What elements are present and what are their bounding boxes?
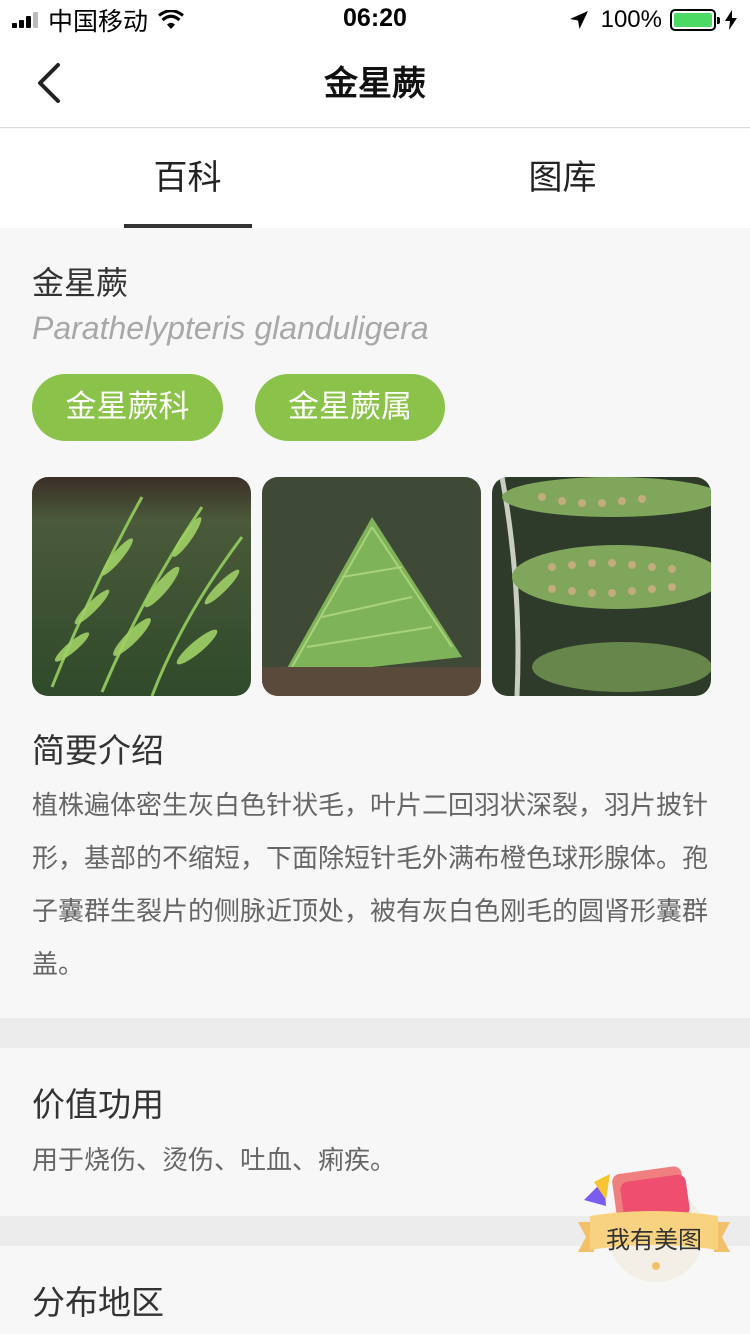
genus-tag[interactable]: 金星蕨属 [255, 374, 445, 441]
overview-section: 金星蕨 Parathelypteris glanduligera 金星蕨科 金星… [0, 228, 750, 1018]
battery-percent: 100% [600, 6, 662, 33]
plant-photo-1[interactable] [32, 477, 251, 696]
fern-underside-photo-image [492, 477, 711, 696]
page-title: 金星蕨 [324, 64, 426, 104]
tab-gallery[interactable]: 图库 [375, 129, 750, 228]
charging-bolt-icon [725, 10, 737, 30]
section-divider [0, 1018, 750, 1048]
intro-text: 植株遍体密生灰白色针状毛，叶片二回羽状深裂，羽片披针形，基部的不缩短，下面除短针… [32, 791, 709, 980]
fern-photo-image [32, 477, 251, 696]
tab-encyclopedia[interactable]: 百科 [0, 129, 375, 228]
distribution-heading: 分布地区 [32, 1283, 164, 1322]
intro-heading: 简要介绍 [32, 731, 164, 770]
value-heading: 价值功用 [32, 1085, 164, 1124]
upload-photo-badge[interactable]: 我有美图 [576, 1160, 732, 1286]
latin-name: Parathelypteris glanduligera [32, 310, 429, 346]
status-bar: 中国移动 06:20 100% [0, 0, 750, 40]
value-text: 用于烧伤、烫伤、吐血、痢疾。 [32, 1146, 397, 1176]
battery-icon [670, 9, 720, 31]
badge-label: 我有美图 [606, 1226, 702, 1254]
nav-bar: 金星蕨 [0, 40, 750, 128]
plant-name: 金星蕨 [32, 264, 129, 302]
tab-bar: 百科 图库 [0, 129, 750, 228]
fern-photo-image [262, 477, 481, 696]
family-tag[interactable]: 金星蕨科 [32, 374, 223, 441]
plant-photo-2[interactable] [262, 477, 481, 696]
status-right: 100% [569, 6, 738, 34]
plant-photo-3[interactable] [492, 477, 711, 696]
location-arrow-icon [569, 11, 588, 29]
